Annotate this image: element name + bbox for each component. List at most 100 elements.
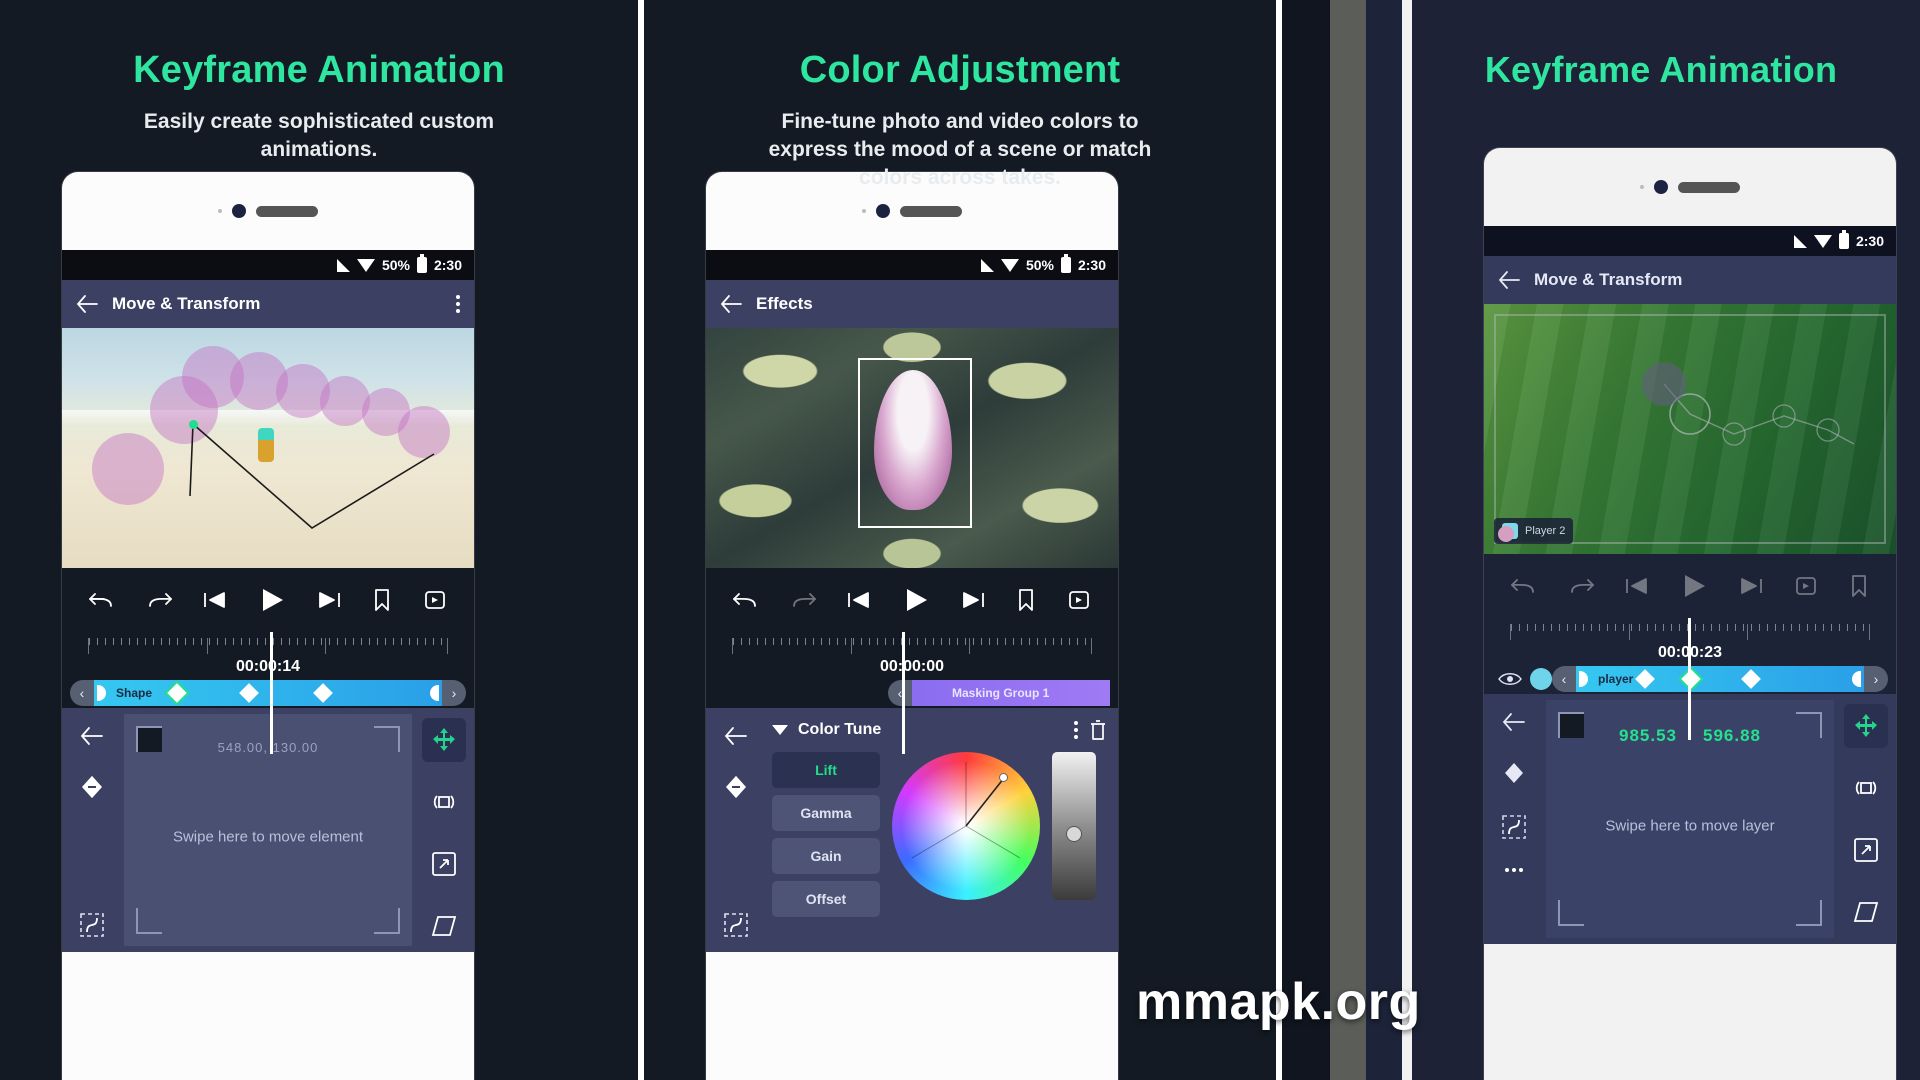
undo-icon[interactable] <box>1511 575 1537 597</box>
playhead-1[interactable] <box>270 632 273 754</box>
luminance-slider[interactable] <box>1052 752 1096 900</box>
transport-bar-2 <box>706 568 1118 632</box>
scale-tool-button[interactable] <box>1844 828 1888 872</box>
loop-icon[interactable] <box>423 588 447 612</box>
color-tune-header[interactable]: Color Tune <box>772 718 1108 742</box>
tab-lift[interactable]: Lift <box>772 752 880 788</box>
preview-dim-overlay <box>1484 304 1896 554</box>
tab-gain[interactable]: Gain <box>772 838 880 874</box>
skip-end-icon[interactable] <box>1740 575 1764 597</box>
phone-mockup-2: 50% 2:30 Effects 00:00:00 ‹ Masking Grou… <box>706 172 1118 1080</box>
play-icon[interactable] <box>257 586 287 614</box>
keyframe-node-start[interactable] <box>189 420 198 429</box>
back-arrow-icon[interactable] <box>1498 271 1520 289</box>
timeline-track-2[interactable]: ‹ Masking Group 1 <box>706 678 1118 708</box>
layer-visibility-group[interactable] <box>1492 668 1552 690</box>
chevron-down-icon[interactable] <box>772 725 788 735</box>
timeline-ruler[interactable] <box>88 638 448 654</box>
undo-icon[interactable] <box>733 589 759 611</box>
rotate-tool-button[interactable] <box>422 780 466 824</box>
track-prev-button[interactable]: ‹ <box>1552 666 1576 692</box>
flip-transform-icon[interactable] <box>1501 814 1527 840</box>
add-keyframe-icon[interactable] <box>1502 760 1526 786</box>
undo-icon[interactable] <box>89 589 115 611</box>
loop-icon[interactable] <box>1794 574 1818 598</box>
move-tool-button[interactable] <box>1844 704 1888 748</box>
add-keyframe-icon[interactable] <box>80 774 104 800</box>
bookmark-icon[interactable] <box>1016 588 1036 612</box>
editor-right-rail-3 <box>1836 694 1896 944</box>
track-next-button[interactable]: › <box>1864 666 1888 692</box>
flip-transform-icon[interactable] <box>79 912 105 938</box>
earpiece-speaker-icon <box>900 205 962 217</box>
move-tool-button[interactable] <box>422 718 466 762</box>
back-arrow-icon[interactable] <box>720 295 742 313</box>
skip-start-icon[interactable] <box>202 589 226 611</box>
battery-icon <box>1060 254 1071 273</box>
keyframe-diamond-selected[interactable] <box>164 680 190 706</box>
timeline-ruler[interactable] <box>732 638 1092 654</box>
keyframe-diamond[interactable] <box>1635 669 1655 689</box>
preview-canvas-1[interactable] <box>62 328 474 568</box>
play-icon[interactable] <box>1679 572 1709 600</box>
playhead-3[interactable] <box>1688 618 1691 740</box>
flip-transform-icon[interactable] <box>723 912 749 938</box>
timeline-clip-1[interactable]: Shape <box>94 680 442 706</box>
add-keyframe-icon[interactable] <box>724 774 748 800</box>
play-icon[interactable] <box>901 586 931 614</box>
timeline-track-1[interactable]: ‹ Shape › <box>62 678 474 708</box>
keyframe-diamond-selected[interactable] <box>1678 666 1704 692</box>
app-bar-title-2: Effects <box>756 294 813 313</box>
bookmark-icon[interactable] <box>1849 574 1869 598</box>
promo-text-1: Keyframe Animation Easily create sophist… <box>0 0 638 164</box>
trash-icon[interactable] <box>1088 718 1108 742</box>
eye-icon[interactable] <box>1498 671 1522 687</box>
back-arrow-icon[interactable] <box>80 726 104 746</box>
luminance-slider-knob[interactable] <box>1066 826 1082 842</box>
track-prev-button[interactable]: ‹ <box>888 680 912 706</box>
layer-color-swatch[interactable] <box>1530 668 1552 690</box>
redo-icon[interactable] <box>790 589 816 611</box>
selection-rectangle[interactable] <box>858 358 972 528</box>
rotate-tool-button[interactable] <box>1844 766 1888 810</box>
keyframe-diamond[interactable] <box>239 683 259 703</box>
preview-canvas-2[interactable] <box>706 328 1118 568</box>
playhead-2[interactable] <box>902 632 905 754</box>
timeline-3: 00:00:23 ‹ player <box>1484 618 1896 740</box>
skip-end-icon[interactable] <box>318 589 342 611</box>
more-options-icon[interactable] <box>1505 868 1523 872</box>
skip-start-icon[interactable] <box>846 589 870 611</box>
redo-icon[interactable] <box>1568 575 1594 597</box>
keyframe-diamond[interactable] <box>1741 669 1761 689</box>
timeline-clip-2[interactable]: Masking Group 1 <box>912 680 1110 706</box>
back-arrow-icon[interactable] <box>76 295 98 313</box>
tab-gamma[interactable]: Gamma <box>772 795 880 831</box>
track-next-button[interactable]: › <box>442 680 466 706</box>
color-wheel[interactable] <box>892 752 1040 900</box>
redo-icon[interactable] <box>146 589 172 611</box>
scale-tool-button[interactable] <box>422 842 466 886</box>
coordinate-y-value: 596.88 <box>1703 726 1761 745</box>
color-wheel-handle[interactable] <box>999 773 1008 782</box>
skew-tool-button[interactable] <box>422 904 466 948</box>
skew-tool-button[interactable] <box>1844 890 1888 934</box>
bookmark-icon[interactable] <box>372 588 392 612</box>
skip-start-icon[interactable] <box>1624 575 1648 597</box>
overflow-menu-icon[interactable] <box>456 295 460 313</box>
skip-end-icon[interactable] <box>962 589 986 611</box>
loop-icon[interactable] <box>1067 588 1091 612</box>
preview-canvas-3[interactable]: Player 2 <box>1484 304 1896 554</box>
sensor-dot-icon <box>1640 185 1644 189</box>
track-prev-button[interactable]: ‹ <box>70 680 94 706</box>
back-arrow-icon[interactable] <box>724 726 748 746</box>
battery-percent-label: 50% <box>381 257 410 273</box>
tab-offset[interactable]: Offset <box>772 881 880 917</box>
back-arrow-icon[interactable] <box>1502 712 1526 732</box>
overflow-menu-icon[interactable] <box>1074 721 1078 739</box>
clip-end-handle[interactable] <box>1852 671 1861 687</box>
keyframe-diamond[interactable] <box>313 683 333 703</box>
gesture-pad-1[interactable]: 548.00, 130.00 Swipe here to move elemen… <box>124 714 412 946</box>
clip-end-handle[interactable] <box>430 685 439 701</box>
timeline-clip-3[interactable]: player <box>1576 666 1864 692</box>
phone-screen-3: 2:30 Move & Transform Player 2 ‹ player … <box>1484 226 1896 944</box>
